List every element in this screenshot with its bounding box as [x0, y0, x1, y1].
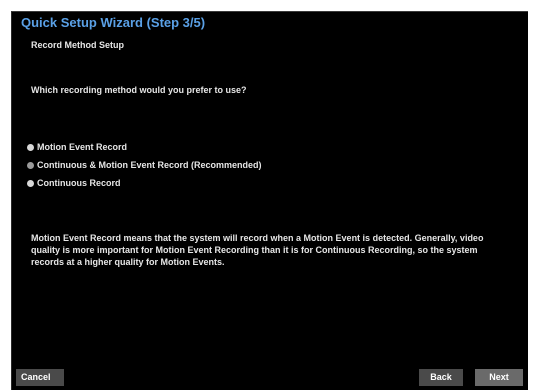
back-button[interactable]: Back	[419, 369, 463, 386]
option-motion-event-record[interactable]: Motion Event Record	[27, 138, 262, 156]
radio-button-selected-icon[interactable]	[27, 161, 34, 169]
radio-button-icon[interactable]	[27, 179, 34, 187]
cancel-button[interactable]: Cancel	[16, 369, 64, 386]
next-button[interactable]: Next	[475, 369, 523, 386]
option-continuous-record[interactable]: Continuous Record	[27, 174, 262, 192]
recording-method-question: Which recording method would you prefer …	[31, 85, 247, 95]
wizard-title: Quick Setup Wizard (Step 3/5)	[21, 15, 206, 30]
option-label: Continuous & Motion Event Record (Recomm…	[37, 160, 262, 170]
method-description: Motion Event Record means that the syste…	[31, 233, 484, 267]
option-label: Continuous Record	[37, 178, 121, 188]
radio-button-icon[interactable]	[27, 143, 34, 151]
option-continuous-and-motion-record[interactable]: Continuous & Motion Event Record (Recomm…	[27, 156, 262, 174]
option-label: Motion Event Record	[37, 142, 128, 152]
section-subtitle: Record Method Setup	[31, 40, 125, 50]
setup-wizard-dialog: Quick Setup Wizard (Step 3/5) Record Met…	[11, 11, 528, 390]
recording-method-options: Motion Event Record Continuous & Motion …	[27, 138, 262, 192]
